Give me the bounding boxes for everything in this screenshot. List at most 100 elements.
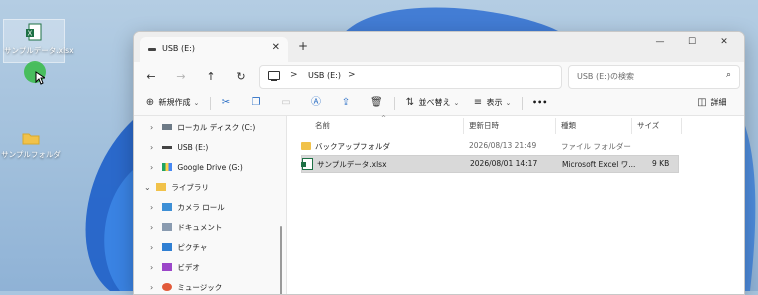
expand-chevron-icon[interactable]: › (150, 240, 160, 256)
collapse-chevron-icon[interactable]: ⌄ (144, 180, 154, 196)
column-divider[interactable] (555, 118, 556, 134)
nav-item-label: Google Drive (G:) (177, 163, 243, 172)
file-row[interactable]: バックアップフォルダ 2026/08/13 21:49 ファイル フォルダー (301, 138, 679, 154)
nav-item-music[interactable]: › ミュージック (150, 280, 222, 294)
column-header-type[interactable]: 種類 (561, 120, 576, 131)
delete-button[interactable]: 🗑 (370, 95, 383, 111)
drive-icon (162, 124, 173, 130)
column-header-date[interactable]: 更新日時 (469, 120, 499, 131)
nav-item-label: ビデオ (177, 263, 200, 272)
usb-drive-icon (148, 48, 156, 51)
sort-ascending-indicator: ^ (381, 115, 387, 122)
command-bar: ⊕ 新規作成 ⌄ ✂ ❐ ▭ Ⓐ ⇪ 🗑 ⇅ 並べ替え ⌄ ≡ 表示 ⌄ ••• ◫ … (134, 92, 744, 116)
up-button[interactable]: ↑ (202, 68, 220, 86)
rename-icon: Ⓐ (311, 97, 321, 108)
nav-item-pictures[interactable]: › ピクチャ (150, 240, 207, 256)
copy-icon: ❐ (251, 97, 261, 108)
file-explorer-window: USB (E:) ✕ + — ☐ ✕ ← → ↑ ↻ > USB (E:) > … (133, 31, 745, 295)
paste-button[interactable]: ▭ (280, 95, 292, 111)
tab-title: USB (E:) (162, 44, 195, 53)
share-icon: ⇪ (341, 97, 351, 108)
expand-chevron-icon[interactable]: › (150, 200, 160, 216)
nav-item-google-drive-g[interactable]: › Google Drive (G:) (150, 160, 243, 176)
new-tab-button[interactable]: + (298, 39, 308, 53)
search-icon: ⌕ (725, 70, 731, 80)
music-icon (162, 283, 173, 291)
navigation-pane: › ローカル ディスク (C:) › USB (E:) › Google Dri… (134, 116, 287, 294)
desktop-icon-label: サンプルデータ.xlsx (4, 46, 74, 55)
nav-item-usb-e[interactable]: › USB (E:) (150, 140, 208, 156)
search-placeholder: USB (E:)の検索 (577, 72, 634, 81)
file-name-cell: バックアップフォルダ (301, 141, 390, 152)
expand-chevron-icon[interactable]: › (150, 120, 160, 136)
nav-item-label: カメラ ロール (177, 203, 225, 212)
rename-button[interactable]: Ⓐ (310, 95, 322, 111)
expand-chevron-icon[interactable]: › (150, 220, 160, 236)
minimize-button[interactable]: — (644, 32, 676, 52)
desktop-icon-sample-xlsx[interactable]: X サンプルデータ.xlsx (3, 19, 74, 63)
share-button[interactable]: ⇪ (340, 95, 352, 111)
column-divider[interactable] (463, 118, 464, 134)
details-pane-button[interactable]: ◫ 詳細 (696, 95, 727, 111)
camera-roll-icon (162, 203, 173, 211)
column-header-name[interactable]: 名前 (315, 120, 330, 131)
new-button[interactable]: ⊕ 新規作成 ⌄ (144, 95, 200, 111)
file-row-selected[interactable]: サンプルデータ.xlsx 2026/08/01 14:17 Microsoft … (301, 155, 679, 173)
pictures-icon (162, 243, 173, 251)
toolbar-divider (210, 97, 211, 110)
view-list-icon: ≡ (473, 97, 483, 108)
excel-file-icon: X (26, 23, 42, 41)
nav-item-local-disk-c[interactable]: › ローカル ディスク (C:) (150, 120, 255, 136)
expand-chevron-icon[interactable]: › (150, 140, 160, 156)
mouse-cursor-icon (35, 71, 45, 85)
refresh-button[interactable]: ↻ (232, 68, 250, 86)
cut-button[interactable]: ✂ (220, 95, 232, 111)
sort-icon: ⇅ (405, 97, 415, 108)
breadcrumb-separator: > (348, 70, 356, 80)
chevron-down-icon: ⌄ (453, 99, 460, 107)
file-size: 9 KB (652, 159, 670, 168)
file-date: 2026/08/13 21:49 (469, 141, 537, 150)
nav-item-libraries[interactable]: ⌄ ライブラリ (144, 180, 209, 196)
column-divider[interactable] (631, 118, 632, 134)
trash-icon: 🗑 (370, 97, 383, 108)
sort-button[interactable]: ⇅ 並べ替え ⌄ (404, 95, 460, 111)
file-name: バックアップフォルダ (315, 142, 390, 151)
plus-circle-icon: ⊕ (145, 97, 155, 108)
column-header-size[interactable]: サイズ (637, 120, 659, 131)
tab-close-icon[interactable]: ✕ (272, 42, 280, 53)
nav-item-videos[interactable]: › ビデオ (150, 260, 200, 276)
file-type: ファイル フォルダー (561, 142, 631, 151)
close-window-button[interactable]: ✕ (708, 32, 740, 52)
more-options-button[interactable]: ••• (532, 95, 547, 111)
nav-item-label: ドキュメント (177, 223, 223, 232)
chevron-down-icon: ⌄ (193, 99, 200, 107)
chevron-down-icon: ⌄ (505, 99, 512, 107)
window-controls: — ☐ ✕ (644, 32, 740, 52)
svg-text:X: X (28, 30, 33, 38)
expand-chevron-icon[interactable]: › (150, 160, 160, 176)
nav-item-camera-roll[interactable]: › カメラ ロール (150, 200, 225, 216)
copy-button[interactable]: ❐ (250, 95, 262, 111)
column-divider[interactable] (681, 118, 682, 134)
expand-chevron-icon[interactable]: › (150, 260, 160, 276)
back-button[interactable]: ← (142, 68, 160, 86)
tab-usb-e[interactable]: USB (E:) ✕ (140, 37, 288, 62)
search-box[interactable]: USB (E:)の検索 ⌕ (568, 65, 740, 89)
nav-item-label: ピクチャ (177, 243, 208, 252)
details-label: 詳細 (710, 98, 727, 107)
expand-chevron-icon[interactable]: › (150, 280, 160, 294)
forward-button[interactable]: → (172, 68, 190, 86)
documents-icon (162, 223, 173, 231)
nav-item-documents[interactable]: › ドキュメント (150, 220, 222, 236)
clipboard-icon: ▭ (281, 97, 291, 108)
address-box[interactable]: > USB (E:) > (259, 65, 562, 89)
toolbar-divider (394, 97, 395, 110)
view-button[interactable]: ≡ 表示 ⌄ (472, 95, 512, 111)
nav-item-label: ローカル ディスク (C:) (177, 123, 256, 132)
desktop-icon-sample-folder[interactable]: サンプルフォルダ (1, 131, 61, 160)
breadcrumb-usb-e[interactable]: USB (E:) (308, 71, 341, 80)
toolbar-divider (522, 97, 523, 110)
maximize-button[interactable]: ☐ (676, 32, 708, 52)
nav-pane-scrollbar[interactable] (280, 226, 282, 294)
